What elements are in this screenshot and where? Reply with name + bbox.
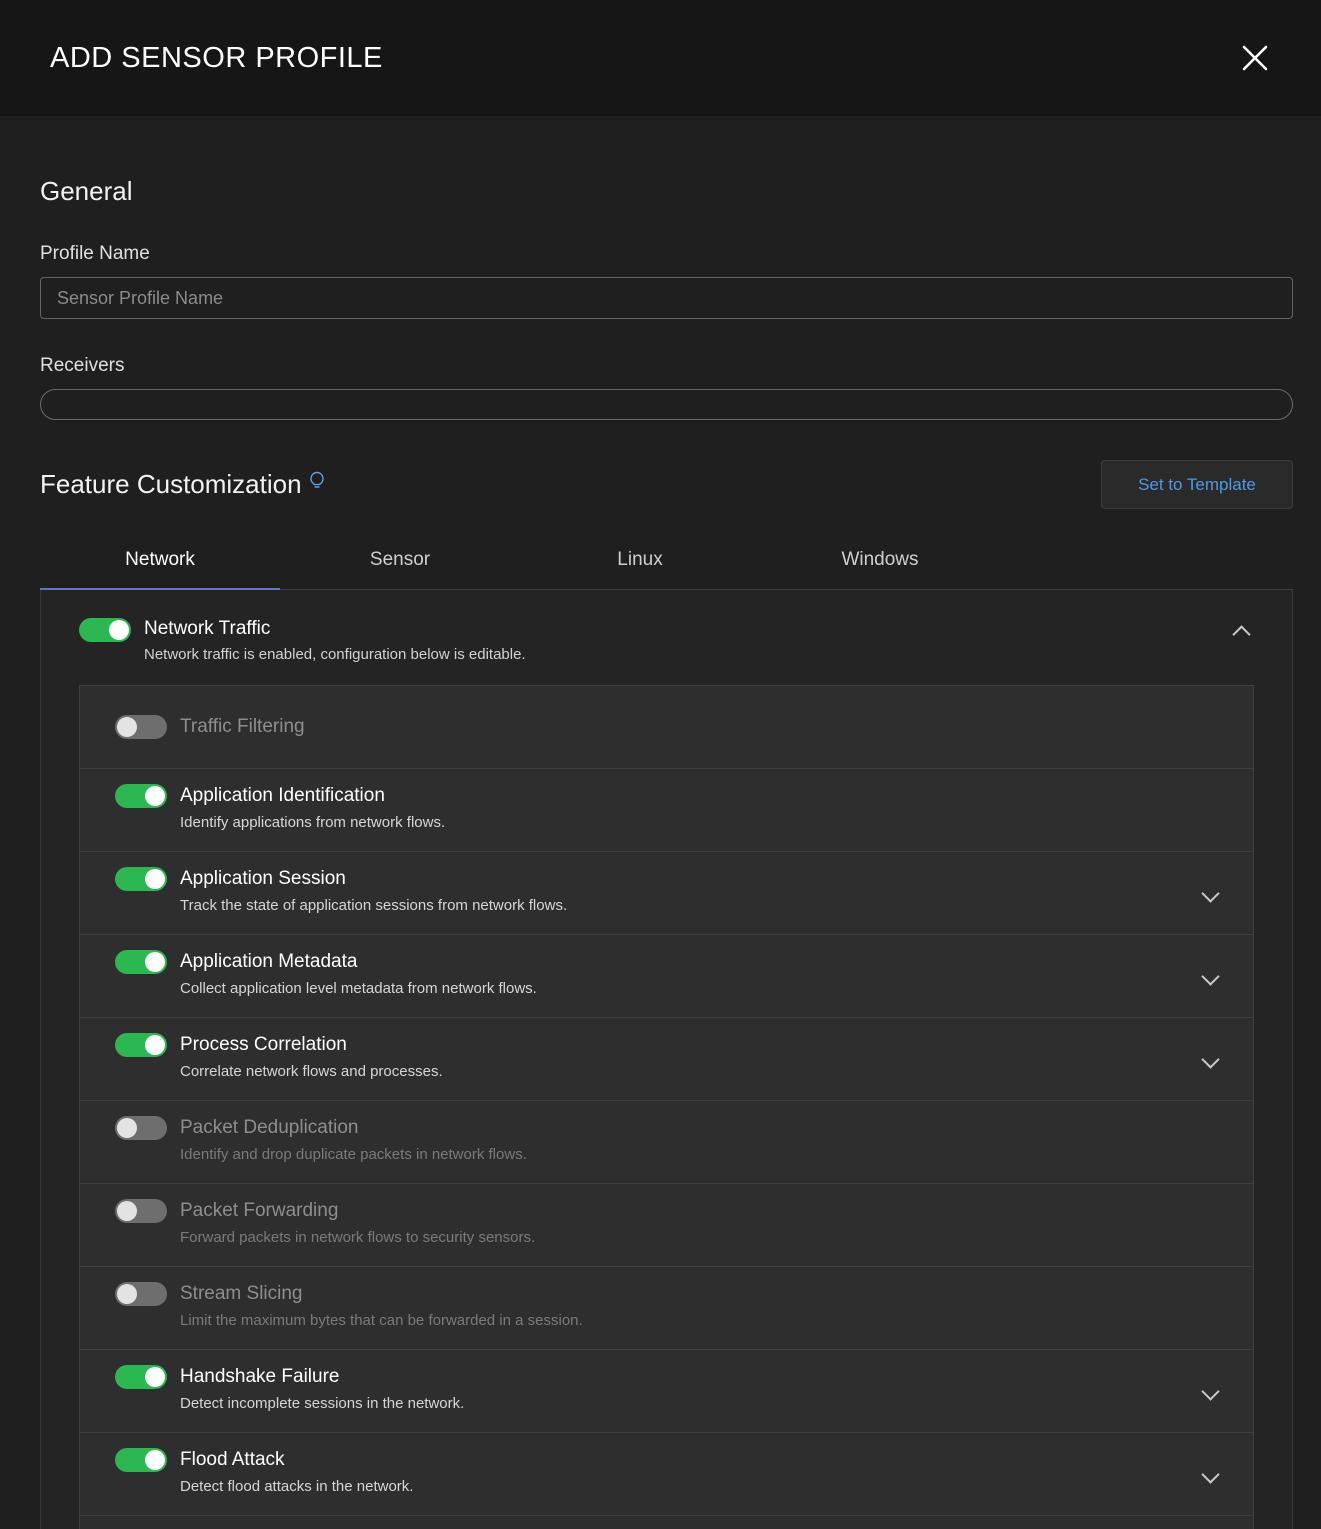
network-traffic-toggle[interactable] [79,618,131,642]
page-title: ADD SENSOR PROFILE [50,42,383,75]
feature-description: Detect flood attacks in the network. [180,1478,413,1495]
feature-description: Limit the maximum bytes that can be forw… [180,1312,583,1329]
modal-header: ADD SENSOR PROFILE [0,0,1321,116]
feature-row: Flood Attack Detect flood attacks in the… [79,1432,1254,1516]
chevron-up-icon[interactable] [1232,625,1250,643]
receivers-input[interactable] [40,389,1293,420]
feature-toggle[interactable] [115,1448,167,1472]
feature-panel: Network Traffic Network traffic is enabl… [40,590,1293,1529]
general-heading: General [40,176,1293,207]
chevron-down-icon[interactable] [1201,1050,1219,1068]
feature-description: Track the state of application sessions … [180,897,567,914]
feature-row: Process Correlation Correlate network fl… [79,1017,1254,1101]
toggle-knob [117,1201,137,1221]
feature-toggle[interactable] [115,867,167,891]
feature-title: Flood Attack [180,1448,413,1472]
toggle-knob [109,620,129,640]
chevron-down-icon[interactable] [1201,884,1219,902]
feature-row: Packet Forwarding Forward packets in net… [79,1183,1254,1267]
feature-description: Correlate network flows and processes. [180,1063,443,1080]
receivers-label: Receivers [40,355,1293,377]
chevron-down-icon[interactable] [1201,1465,1219,1483]
feature-customization-heading: Feature Customization [40,469,302,500]
profile-name-label: Profile Name [40,243,1293,265]
feature-row: Application Session Track the state of a… [79,851,1254,935]
feature-title: Packet Forwarding [180,1199,535,1223]
feature-row: Packet Deduplication Identify and drop d… [79,1100,1254,1184]
toggle-knob [117,1284,137,1304]
toggle-knob [145,952,165,972]
set-to-template-button[interactable]: Set to Template [1101,460,1293,509]
network-traffic-row: Network Traffic Network traffic is enabl… [41,590,1292,663]
tab-linux[interactable]: Linux [520,531,760,589]
feature-toggle[interactable] [115,1282,167,1306]
feature-toggle[interactable] [115,1199,167,1223]
network-traffic-description: Network traffic is enabled, configuratio… [144,646,526,663]
feature-list: Traffic Filtering Application Identifica… [79,685,1254,1529]
modal-body: General Profile Name Receivers Feature C… [0,176,1321,1529]
profile-name-input[interactable] [40,277,1293,319]
feature-row: Application Identification Identify appl… [79,768,1254,852]
chevron-down-icon[interactable] [1201,1382,1219,1400]
toggle-knob [145,1450,165,1470]
toggle-knob [117,1118,137,1138]
feature-toggle[interactable] [115,950,167,974]
feature-row: Traffic Filtering [79,685,1254,769]
close-icon [1239,42,1271,74]
feature-title: Application Metadata [180,950,537,974]
feature-toggle[interactable] [115,715,167,739]
toggle-knob [145,869,165,889]
feature-toggle[interactable] [115,784,167,808]
toggle-knob [145,786,165,806]
feature-row: Application Metadata Collect application… [79,934,1254,1018]
feature-customization-header: Feature Customization Set to Template [40,460,1293,509]
feature-tabs: NetworkSensorLinuxWindows [40,531,1293,590]
network-traffic-title: Network Traffic [144,618,526,640]
tab-windows[interactable]: Windows [760,531,1000,589]
feature-title: Handshake Failure [180,1365,464,1389]
tab-sensor[interactable]: Sensor [280,531,520,589]
feature-row-partial [79,1515,1254,1529]
add-sensor-profile-modal: ADD SENSOR PROFILE General Profile Name … [0,0,1321,1529]
feature-row: Stream Slicing Limit the maximum bytes t… [79,1266,1254,1350]
feature-toggle[interactable] [115,1116,167,1140]
feature-title: Process Correlation [180,1033,443,1057]
toggle-knob [145,1367,165,1387]
feature-title: Application Identification [180,784,445,808]
feature-description: Identify and drop duplicate packets in n… [180,1146,527,1163]
feature-title: Application Session [180,867,567,891]
feature-title: Traffic Filtering [180,715,305,739]
feature-description: Forward packets in network flows to secu… [180,1229,535,1246]
feature-title: Stream Slicing [180,1282,583,1306]
toggle-knob [145,1035,165,1055]
feature-row: Handshake Failure Detect incomplete sess… [79,1349,1254,1433]
feature-toggle[interactable] [115,1033,167,1057]
lightbulb-icon [310,471,324,490]
close-button[interactable] [1235,38,1275,78]
tab-network[interactable]: Network [40,531,280,589]
feature-description: Detect incomplete sessions in the networ… [180,1395,464,1412]
feature-description: Identify applications from network flows… [180,814,445,831]
feature-title: Packet Deduplication [180,1116,527,1140]
feature-toggle[interactable] [115,1365,167,1389]
chevron-down-icon[interactable] [1201,967,1219,985]
feature-description: Collect application level metadata from … [180,980,537,997]
toggle-knob [117,717,137,737]
